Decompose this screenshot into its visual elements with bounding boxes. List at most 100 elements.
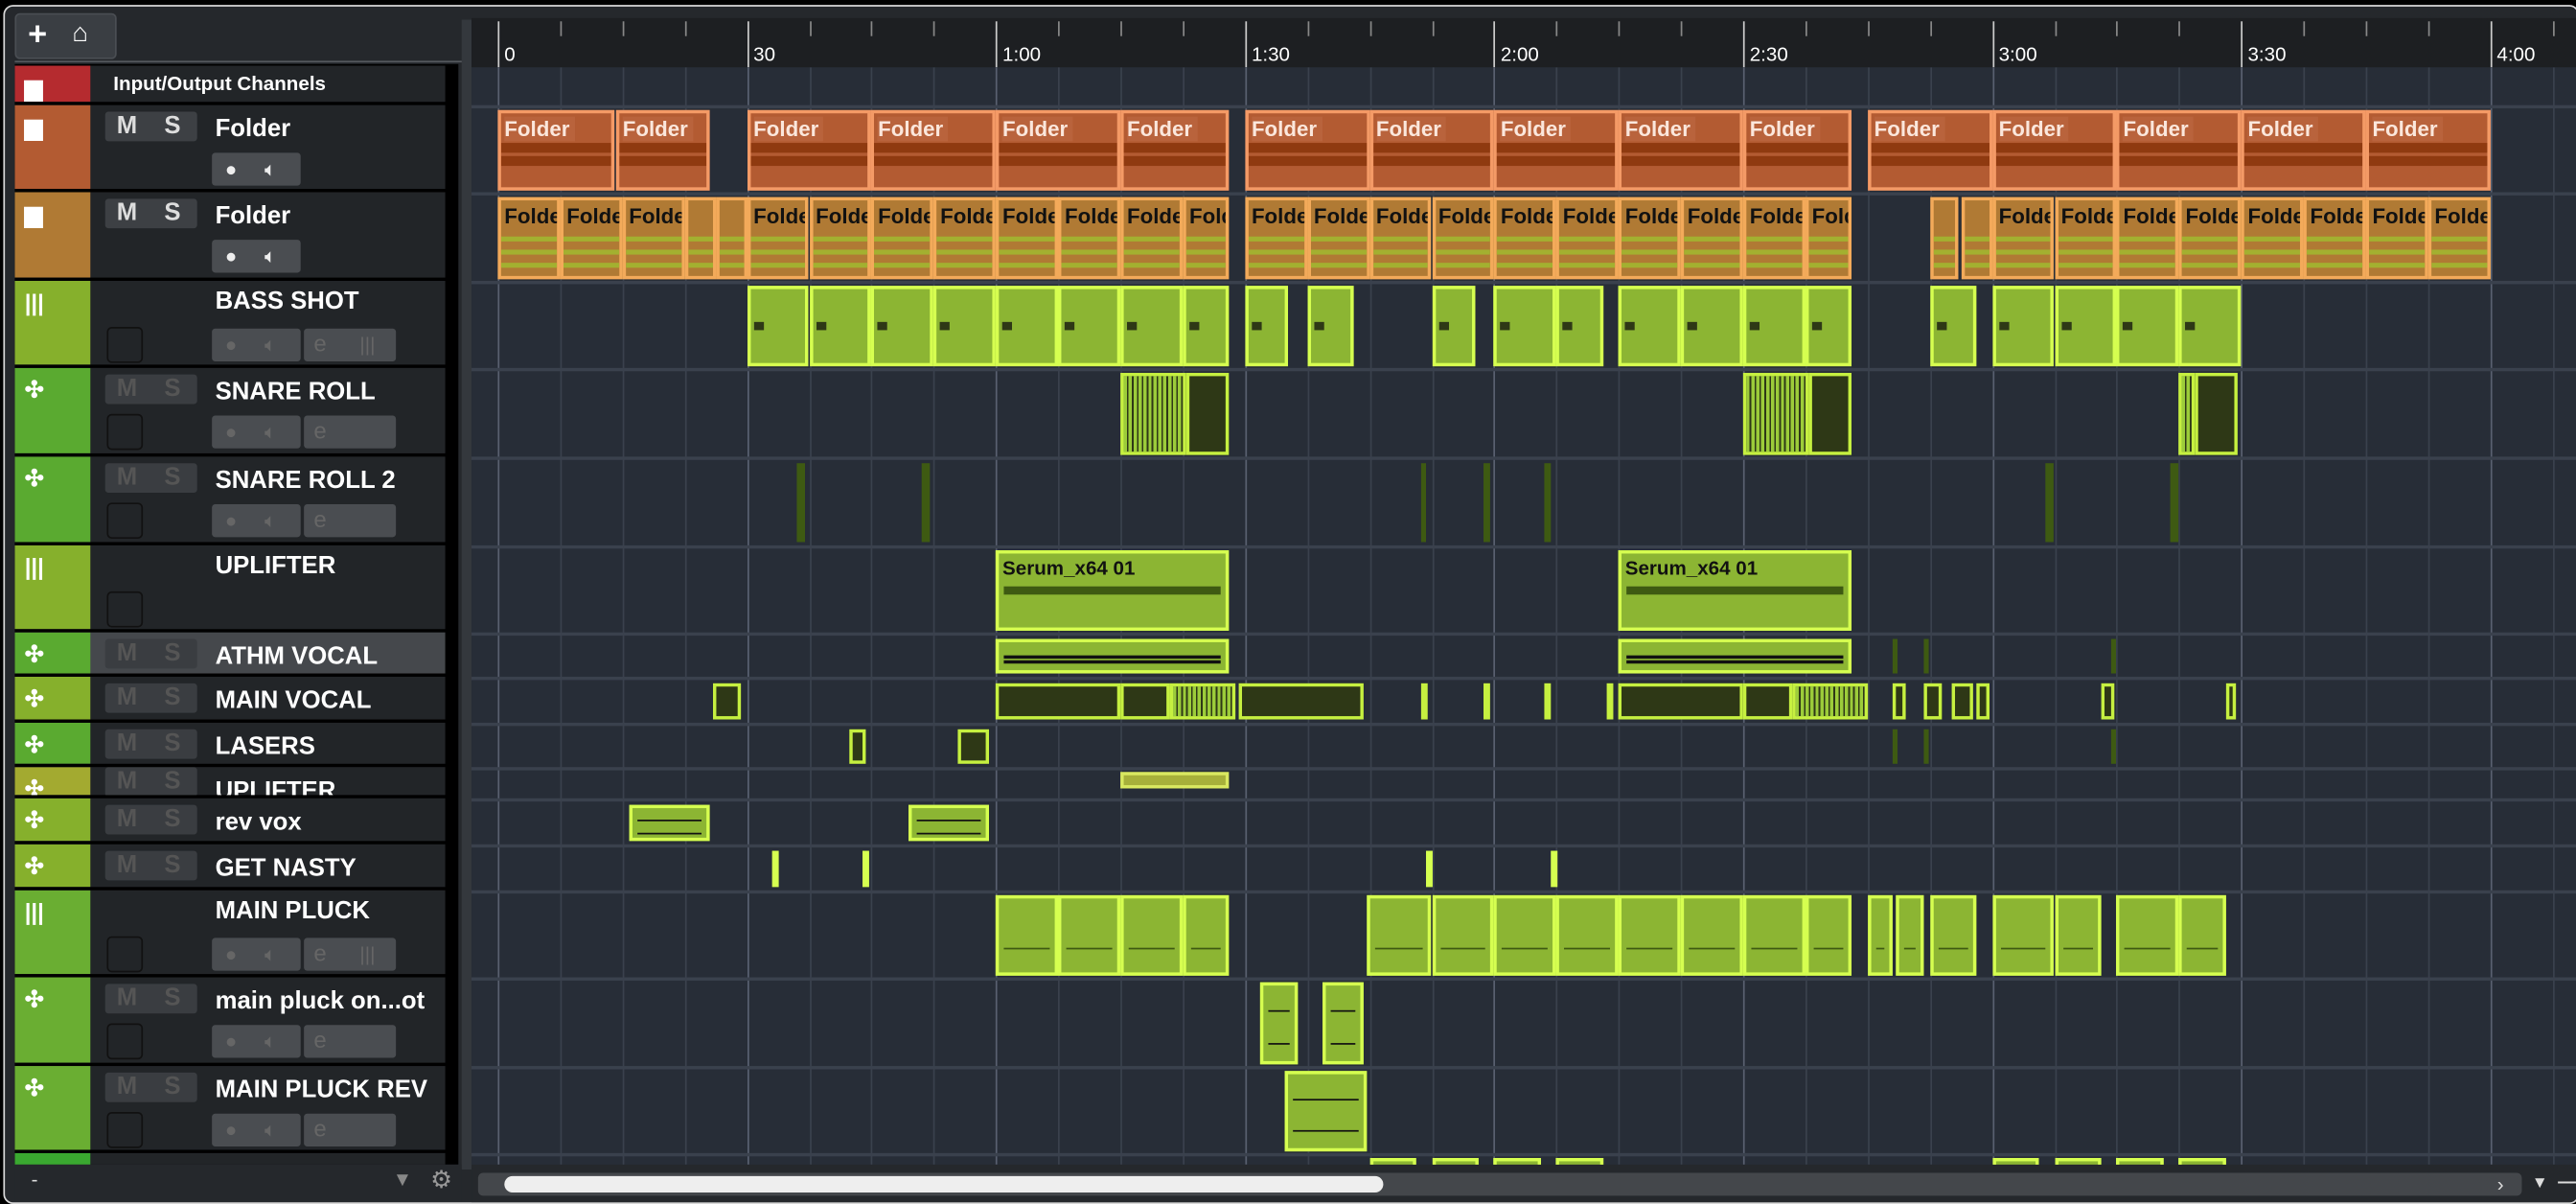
- gear-icon[interactable]: ⚙: [430, 1165, 452, 1194]
- clip[interactable]: Folde: [1618, 197, 1681, 280]
- clip[interactable]: [1991, 1158, 2039, 1165]
- mute-button[interactable]: M: [117, 805, 137, 833]
- clip[interactable]: [1425, 850, 1433, 888]
- track-header[interactable]: ✣ rev vox M S: [14, 798, 446, 842]
- clip[interactable]: [849, 729, 865, 764]
- clip[interactable]: [1183, 286, 1230, 367]
- clip[interactable]: [1493, 1158, 1541, 1165]
- clip[interactable]: [1991, 286, 2055, 367]
- clip[interactable]: [1120, 772, 1230, 789]
- clip[interactable]: Folder: [1369, 109, 1494, 191]
- clip[interactable]: [1369, 1158, 1416, 1165]
- zoom-out-button[interactable]: -: [32, 1168, 38, 1191]
- scroll-right-icon[interactable]: ›: [2497, 1172, 2504, 1195]
- clip[interactable]: Folde: [560, 197, 623, 280]
- record-button[interactable]: ●: [225, 334, 237, 357]
- track-header[interactable]: ||| MAIN PLUCK ● 🔈︎ e |||: [14, 890, 446, 975]
- clip[interactable]: [1432, 894, 1494, 976]
- solo-button[interactable]: S: [164, 463, 180, 491]
- clip[interactable]: [1742, 894, 1806, 976]
- track-name[interactable]: Input/Output Channels: [113, 72, 326, 95]
- clip[interactable]: [2101, 683, 2114, 720]
- clip[interactable]: [1545, 463, 1552, 543]
- clip[interactable]: [1432, 286, 1476, 367]
- clip[interactable]: Folde: [497, 197, 561, 280]
- clip[interactable]: Folder: [1991, 109, 2117, 191]
- clip[interactable]: [1420, 463, 1427, 543]
- clip[interactable]: [1923, 638, 1929, 674]
- clip[interactable]: [996, 683, 1121, 720]
- clip[interactable]: Folder: [497, 109, 614, 191]
- track-name[interactable]: Folder: [216, 202, 291, 230]
- clip[interactable]: [1120, 683, 1171, 720]
- track-header[interactable]: ✣ GET NASTY M S: [14, 844, 446, 888]
- clip[interactable]: Folde: [1805, 197, 1852, 280]
- clip[interactable]: [1245, 286, 1289, 367]
- clip[interactable]: Folde: [747, 197, 810, 280]
- solo-button[interactable]: S: [164, 1073, 180, 1100]
- clip[interactable]: [1555, 286, 1603, 367]
- clip[interactable]: Folde: [996, 197, 1059, 280]
- clip[interactable]: [2116, 894, 2179, 976]
- edit-icon[interactable]: e: [313, 1115, 326, 1141]
- clip[interactable]: [1808, 372, 1852, 455]
- clip[interactable]: [2044, 463, 2054, 543]
- solo-button[interactable]: S: [164, 639, 180, 667]
- record-button[interactable]: ●: [225, 157, 237, 180]
- clip[interactable]: [1991, 894, 2055, 976]
- add-track-button[interactable]: +: [28, 16, 47, 54]
- clip[interactable]: [1929, 286, 1977, 367]
- clip[interactable]: Folder: [1120, 109, 1230, 191]
- clip[interactable]: [1120, 894, 1184, 976]
- track-header[interactable]: ✣ ATHM VOCAL M S: [14, 632, 446, 674]
- clip[interactable]: Folde: [2241, 197, 2304, 280]
- clip[interactable]: Folde: [2365, 197, 2428, 280]
- clip[interactable]: [1618, 286, 1681, 367]
- clip[interactable]: Folder: [1245, 109, 1370, 191]
- solo-button[interactable]: S: [164, 198, 180, 226]
- clip[interactable]: [712, 683, 741, 720]
- clip[interactable]: [1976, 683, 1990, 720]
- clip[interactable]: Folder: [2241, 109, 2366, 191]
- clip[interactable]: [958, 729, 989, 764]
- timeline-ruler[interactable]: 0 30 1:00 1:30 2:00 2:30 3:00 3:30 4:00: [472, 17, 2576, 68]
- clip[interactable]: [1432, 1158, 1479, 1165]
- track-name[interactable]: SNARE ROLL: [216, 378, 376, 405]
- clip[interactable]: Folde: [871, 197, 934, 280]
- track-header[interactable]: ✣ LASERS M S: [14, 722, 446, 764]
- clip[interactable]: Folde: [1307, 197, 1370, 280]
- clip[interactable]: Folder: [2116, 109, 2242, 191]
- track-header[interactable]: ✣ SNARE ROLL M S ● 🔈︎ e: [14, 367, 446, 453]
- track-name[interactable]: main pluck on...ot: [216, 987, 426, 1015]
- clip[interactable]: [1550, 850, 1557, 888]
- clip[interactable]: Folde: [1432, 197, 1494, 280]
- track-name[interactable]: GET NASTY: [216, 854, 356, 882]
- track-select-checkbox[interactable]: [106, 1112, 144, 1148]
- track-header[interactable]: |||: [14, 1152, 446, 1165]
- monitor-icon[interactable]: 🔈︎: [264, 334, 276, 359]
- clip[interactable]: Folde: [1369, 197, 1432, 280]
- track-header[interactable]: ✣ MAIN PLUCK REV M S ● 🔈︎ e: [14, 1066, 446, 1150]
- clip[interactable]: [1058, 286, 1121, 367]
- clip[interactable]: [1618, 638, 1852, 674]
- clip[interactable]: [1285, 1071, 1367, 1152]
- track-select-checkbox[interactable]: [106, 413, 144, 451]
- solo-button[interactable]: S: [164, 984, 180, 1011]
- mute-button[interactable]: M: [117, 375, 137, 403]
- clip[interactable]: Folde: [1183, 197, 1230, 280]
- clip[interactable]: Folde: [1991, 197, 2055, 280]
- clip[interactable]: [1322, 982, 1364, 1065]
- clip[interactable]: [684, 197, 716, 280]
- clip[interactable]: [862, 850, 870, 888]
- mute-button[interactable]: M: [117, 851, 137, 879]
- clip[interactable]: [1805, 894, 1852, 976]
- mute-button[interactable]: M: [117, 463, 137, 491]
- mute-button[interactable]: M: [117, 198, 137, 226]
- clip[interactable]: Folde: [1742, 197, 1806, 280]
- track-header[interactable]: ▆ Input/Output Channels: [14, 65, 446, 103]
- clip[interactable]: [1555, 894, 1619, 976]
- record-button[interactable]: ●: [225, 1030, 237, 1053]
- track-name[interactable]: MAIN PLUCK REV: [216, 1076, 427, 1103]
- clip[interactable]: [1120, 286, 1184, 367]
- clip[interactable]: [996, 638, 1230, 674]
